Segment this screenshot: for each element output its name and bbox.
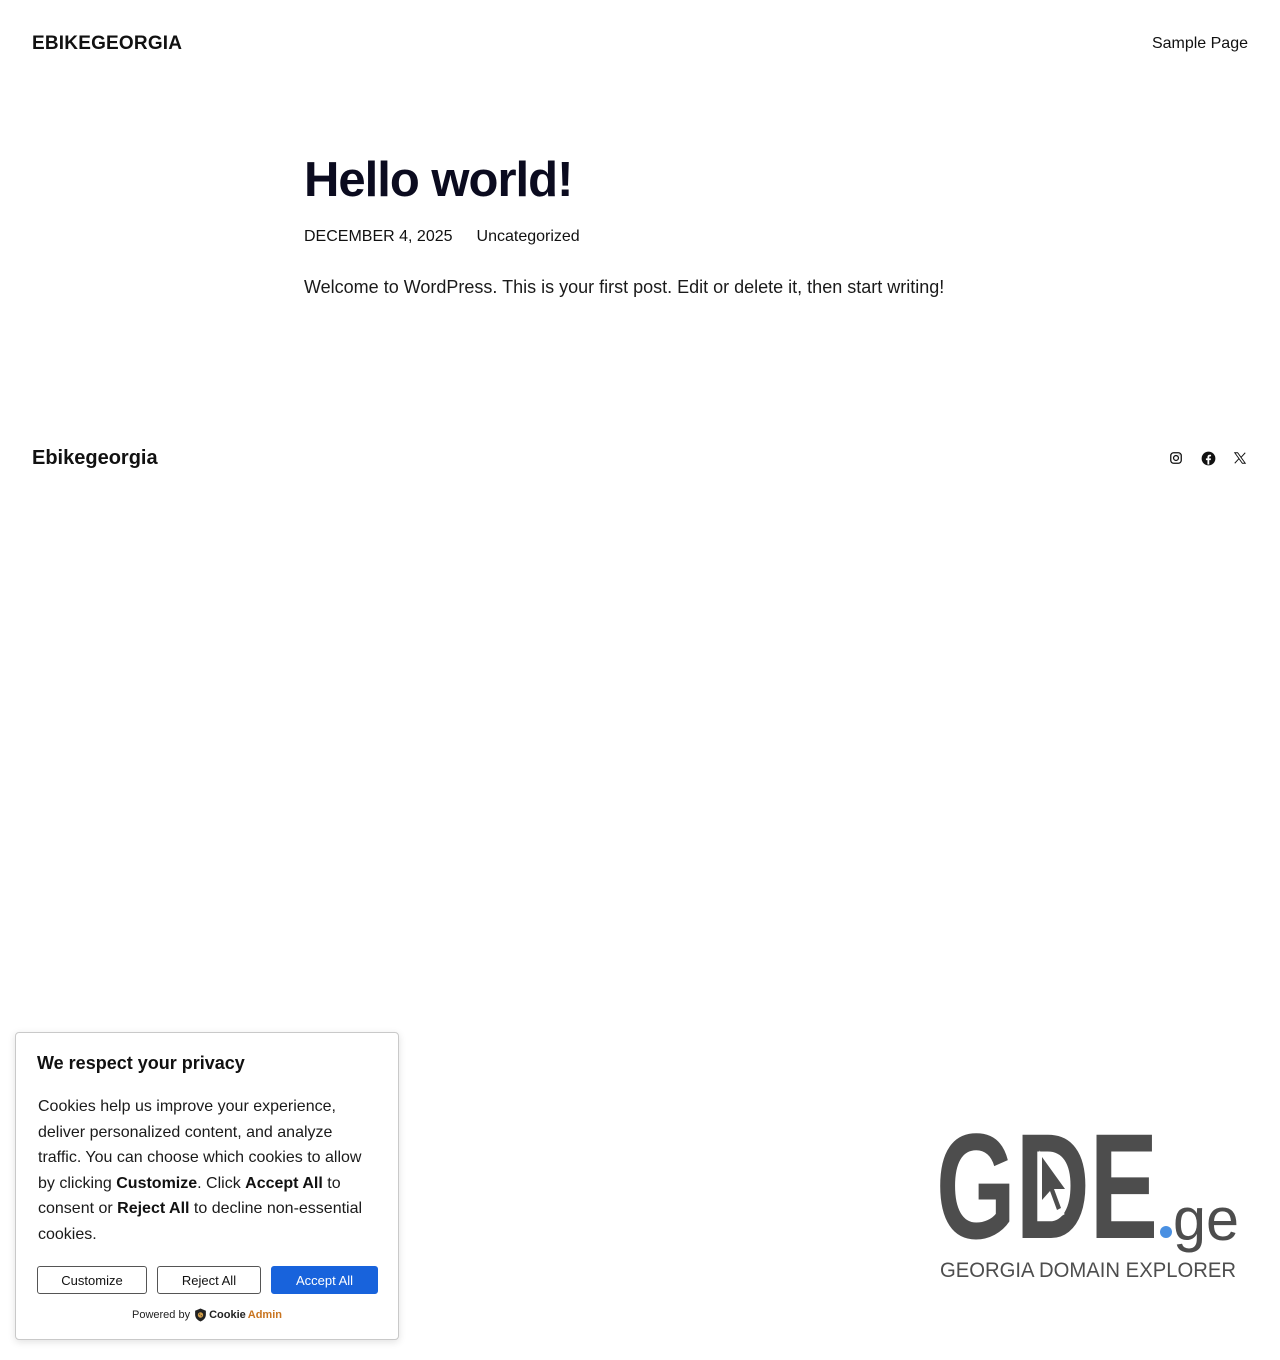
site-title[interactable]: EBIKEGEORGIA [32,33,182,55]
brand-cookie: Cookie [209,1309,246,1321]
instagram-icon[interactable] [1168,450,1184,466]
x-icon[interactable] [1232,450,1248,466]
post-date: DECEMBER 4, 2025 [304,228,453,245]
gde-logo-suffix: ge [1173,1186,1239,1253]
customize-button[interactable]: Customize [37,1266,147,1294]
footer-site-title[interactable]: Ebikegeorgia [32,447,158,470]
page: EBIKEGEORGIA Sample Page Hello world! DE… [0,0,1280,1360]
gde-logo[interactable]: GDE ge GEORGIA DOMAIN EXPLORER [936,1102,1246,1285]
post-category-link[interactable]: Uncategorized [477,228,580,246]
shield-icon [195,1308,206,1322]
powered-by-label: Powered by [131,1309,191,1321]
cookieadmin-link[interactable]: Cookie Admin [194,1308,282,1322]
gde-dot [1160,1226,1172,1238]
cookie-banner: We respect your privacy Cookies help us … [15,1032,399,1340]
cookie-title: We respect your privacy [37,1053,245,1073]
powered-by: Powered by Cookie Admin [16,1308,398,1322]
post-meta: DECEMBER 4, 2025 Uncategorized [304,228,580,246]
nav-link-sample-page[interactable]: Sample Page [1152,35,1248,53]
cookie-buttons: Customize Reject All Accept All [37,1266,378,1294]
reject-all-button[interactable]: Reject All [157,1266,261,1294]
facebook-icon[interactable] [1200,450,1216,466]
cookie-message: Cookies help us improve your experience,… [38,1098,363,1243]
post-content: Welcome to WordPress. This is your first… [304,277,945,297]
accept-all-button[interactable]: Accept All [271,1266,378,1294]
brand-admin: Admin [247,1309,282,1321]
post-title[interactable]: Hello world! [304,152,573,208]
gde-tagline: GEORGIA DOMAIN EXPLORER [940,1259,1236,1282]
social-links [1168,450,1248,466]
